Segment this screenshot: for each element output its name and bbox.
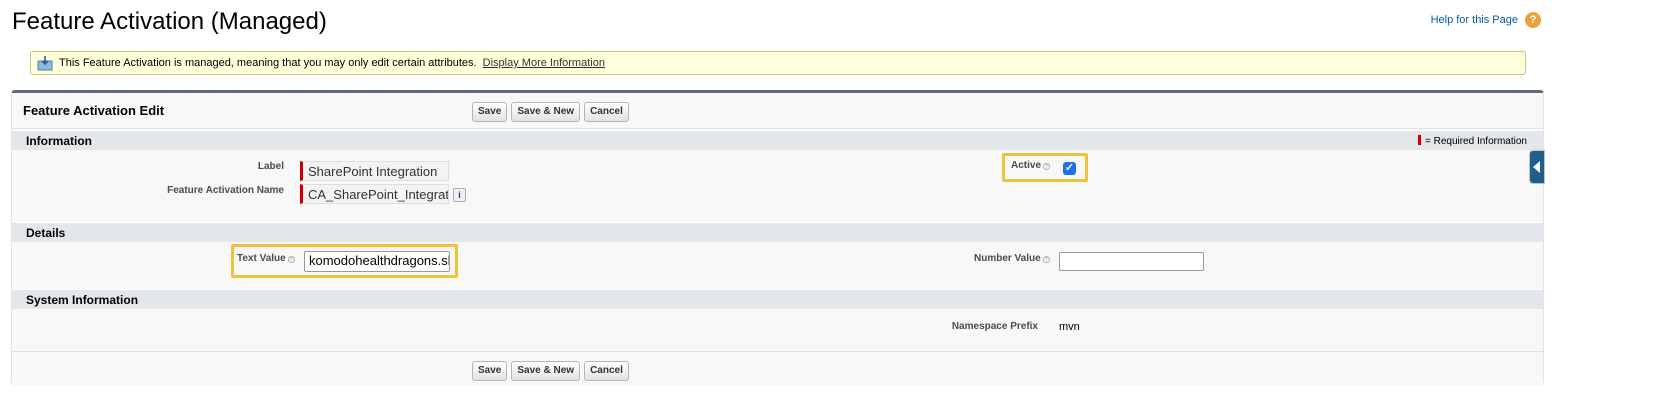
help-link[interactable]: Help for this Page xyxy=(1431,14,1518,26)
cancel-button[interactable]: Cancel xyxy=(584,361,629,381)
managed-package-icon xyxy=(37,56,53,71)
panel-title: Feature Activation Edit xyxy=(23,103,165,118)
namespace-value: mvn xyxy=(1059,321,1080,333)
edit-panel: Feature Activation Edit Save Save & New Ca… xyxy=(11,90,1544,386)
section-details-body: Text Value? komodohealthdragons.sl Numbe… xyxy=(12,242,1543,290)
section-system-bar: System Information xyxy=(12,289,1543,309)
text-value-input[interactable]: komodohealthdragons.sl xyxy=(304,251,450,272)
help-icon[interactable]: ? xyxy=(1525,12,1541,28)
required-legend: = Required Information xyxy=(1417,135,1527,147)
active-field-label: Active? xyxy=(1011,160,1051,171)
label-field-label: Label xyxy=(257,161,284,172)
name-field-value: CA_SharePoint_Integrat xyxy=(300,184,449,204)
banner-message: This Feature Activation is managed, mean… xyxy=(59,57,477,69)
panel-header: Feature Activation Edit Save Save & New Ca… xyxy=(12,93,1543,129)
display-more-info-link[interactable]: Display More Information xyxy=(483,57,605,69)
section-information-bar: Information = Required Information xyxy=(12,130,1543,150)
label-field-value: SharePoint Integration xyxy=(300,161,449,181)
save-new-button[interactable]: Save & New xyxy=(511,102,581,122)
save-button[interactable]: Save xyxy=(472,102,508,122)
save-new-button[interactable]: Save & New xyxy=(511,361,581,381)
help-hint-icon[interactable]: ? xyxy=(1043,163,1051,170)
bottom-button-row: Save Save & New Cancel xyxy=(472,360,633,381)
cancel-button[interactable]: Cancel xyxy=(584,102,629,122)
active-label-text: Active xyxy=(1011,160,1042,171)
top-button-row: Save Save & New Cancel xyxy=(472,101,633,122)
help-hint-icon[interactable]: ? xyxy=(287,256,295,263)
number-value-label-text: Number Value xyxy=(974,253,1041,264)
namespace-label: Namespace Prefix xyxy=(951,321,1038,332)
active-checkbox[interactable]: ✓ xyxy=(1063,162,1076,175)
section-information-body: Label SharePoint Integration Feature Act… xyxy=(12,150,1543,223)
number-value-label: Number Value? xyxy=(974,253,1050,264)
name-field-label: Feature Activation Name xyxy=(167,185,284,196)
required-legend-text: = Required Information xyxy=(1424,136,1527,147)
section-title: System Information xyxy=(26,293,139,307)
text-value-label-text: Text Value xyxy=(237,253,286,264)
help-hint-icon[interactable]: ? xyxy=(1042,256,1050,263)
section-title: Details xyxy=(26,226,66,240)
text-value-label: Text Value? xyxy=(237,253,295,264)
info-banner: This Feature Activation is managed, mean… xyxy=(30,51,1526,75)
section-system-body: Namespace Prefix mvn xyxy=(12,309,1543,351)
section-details-bar: Details xyxy=(12,222,1543,242)
footer-button-bar: Save Save & New Cancel xyxy=(12,351,1543,386)
section-title: Information xyxy=(26,134,92,148)
info-icon[interactable]: i xyxy=(453,188,466,202)
side-collapse-tab[interactable] xyxy=(1529,150,1545,184)
required-marker xyxy=(1417,135,1421,145)
save-button[interactable]: Save xyxy=(472,361,508,381)
number-value-input[interactable] xyxy=(1059,252,1204,271)
page-title: Feature Activation (Managed) xyxy=(12,8,327,35)
